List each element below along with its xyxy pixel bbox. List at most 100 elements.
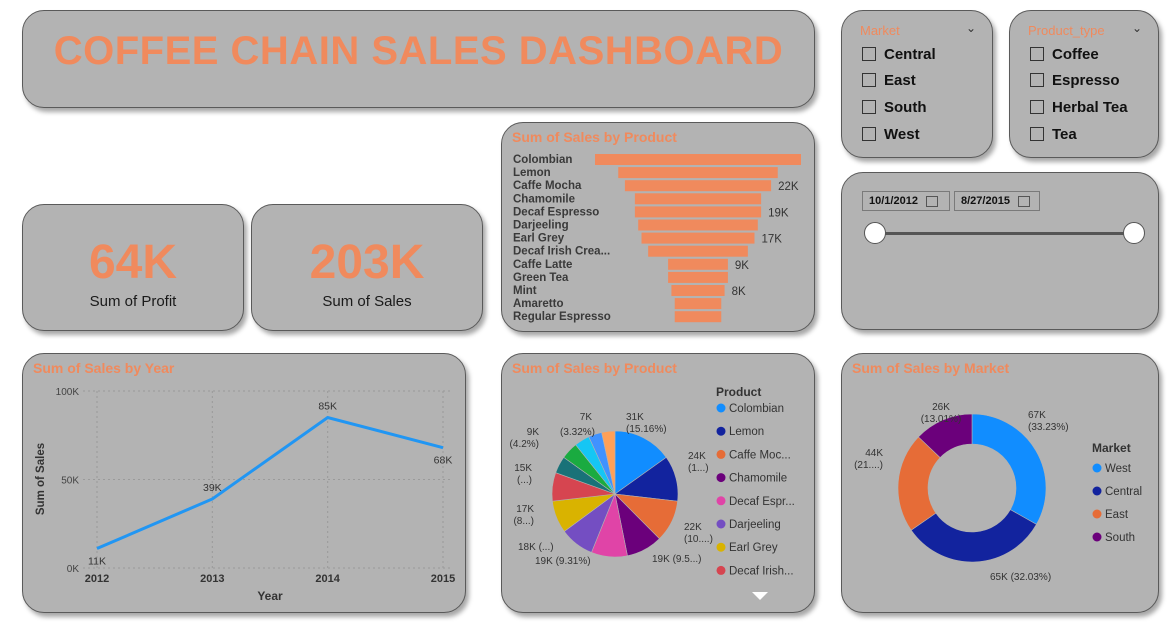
checkbox-icon[interactable] <box>1030 127 1044 141</box>
bar-category-label: Caffe Mocha <box>513 180 582 192</box>
legend-marker <box>1092 532 1102 542</box>
calendar-icon[interactable] <box>925 195 938 207</box>
checkbox-icon[interactable] <box>862 100 876 114</box>
legend-label: Earl Grey <box>729 542 778 554</box>
product-type-option-herbal-tea[interactable]: Herbal Tea <box>1030 97 1128 117</box>
bar-category-label: Decaf Irish Crea... <box>513 246 610 258</box>
legend-label: Lemon <box>729 426 764 438</box>
point-label: 68K <box>434 455 453 467</box>
donut-data-label: (33.23%) <box>1028 422 1069 433</box>
checkbox-icon[interactable] <box>862 73 876 87</box>
market-option-south[interactable]: South <box>862 97 927 117</box>
market-option-central[interactable]: Central <box>862 44 936 64</box>
x-tick-label: 2014 <box>315 573 340 585</box>
donut-data-label: 65K (32.03%) <box>990 572 1051 583</box>
market-donut-chart: 67K(33.23%) 65K (32.03%) 44K(21....) 26K(13… <box>854 402 1142 583</box>
product-type-slicer-header: Product_type <box>1028 23 1105 38</box>
sales-line <box>96 415 444 550</box>
checkbox-icon[interactable] <box>862 127 876 141</box>
legend-label: Decaf Irish... <box>729 565 794 577</box>
legend-label: Colombian <box>729 403 784 415</box>
product-type-option-espresso[interactable]: Espresso <box>1030 70 1120 90</box>
product-type-option-coffee[interactable]: Coffee <box>1030 44 1099 64</box>
bar <box>634 193 762 205</box>
legend-title: Product <box>716 385 761 399</box>
slider-start-handle[interactable] <box>864 222 886 244</box>
bar-category-label: Amaretto <box>513 298 563 310</box>
legend-marker <box>716 542 726 552</box>
product-pie-chart: 31K(15.16%) 24K(1...) 22K(10....) 19K (9.5.… <box>510 385 795 600</box>
donut-data-label: (13.01%) <box>921 414 962 425</box>
legend-title: Market <box>1092 441 1131 455</box>
bar <box>624 180 772 192</box>
donut-data-label: 67K <box>1028 410 1046 421</box>
sales-by-product-pie-card: Sum of Sales by Product 31K (15.16%) 24K (1… <box>501 353 815 613</box>
bar-category-label: Chamomile <box>513 193 575 205</box>
legend-marker <box>1092 509 1102 519</box>
legend-label: Chamomile <box>729 473 787 485</box>
market-option-east[interactable]: East <box>862 70 916 90</box>
product-type-slicer: Product_type ⌄ Coffee Espresso Herbal Te… <box>1009 10 1159 158</box>
pie-data-label: 9K <box>527 427 540 438</box>
bar-category-label: Caffe Latte <box>513 259 572 271</box>
legend-marker <box>716 496 726 506</box>
bar-data-label: 19K <box>768 207 789 219</box>
product-type-option-tea[interactable]: Tea <box>1030 124 1077 144</box>
bar <box>641 232 755 244</box>
date-range-slicer: 10/1/2012 8/27/2015 <box>841 172 1159 330</box>
pie-data-label: (10....) <box>684 534 713 545</box>
legend-marker <box>716 565 726 575</box>
legend-label: Darjeeling <box>729 519 781 531</box>
y-tick-label: 50K <box>61 476 79 487</box>
x-axis-label: Year <box>257 589 283 603</box>
profit-label: Sum of Profit <box>89 293 177 310</box>
title-card: COFFEE CHAIN SALES DASHBOARD <box>22 10 815 108</box>
legend-marker <box>716 473 726 483</box>
bar-data-label: 17K <box>761 234 782 246</box>
pie-data-label: (1...) <box>688 463 709 474</box>
sales-by-market-card: Sum of Sales by Market 67K (33.23%) 65K (3… <box>841 353 1159 613</box>
bar-data-label: 8K <box>732 286 746 298</box>
slider-track[interactable] <box>876 232 1134 235</box>
legend-label: South <box>1105 532 1135 544</box>
slider-end-handle[interactable] <box>1123 222 1145 244</box>
checkbox-icon[interactable] <box>1030 100 1044 114</box>
legend-scroll-down-icon <box>752 592 768 600</box>
start-date-input[interactable]: 10/1/2012 <box>862 191 950 211</box>
checkbox-icon[interactable] <box>862 47 876 61</box>
legend-label: East <box>1105 509 1129 521</box>
chevron-down-icon[interactable]: ⌄ <box>966 21 976 35</box>
pie-data-label: (4.2%) <box>510 439 539 450</box>
bar <box>671 285 725 296</box>
pie-data-label: 22K <box>684 522 702 533</box>
pie-data-label: (8...) <box>513 516 534 527</box>
legend-label: Central <box>1105 486 1142 498</box>
bar-category-label: Earl Grey <box>513 233 565 245</box>
market-option-west[interactable]: West <box>862 124 920 144</box>
bar <box>668 258 728 270</box>
chevron-down-icon[interactable]: ⌄ <box>1132 21 1142 35</box>
checkbox-icon[interactable] <box>1030 73 1044 87</box>
pie-data-label: 19K (9.31%) <box>535 556 591 567</box>
dashboard-title: COFFEE CHAIN SALES DASHBOARD <box>53 29 784 73</box>
pie-data-label: (3.32%) <box>560 427 595 438</box>
pie-data-label: 24K <box>688 451 706 462</box>
sales-label: Sum of Sales <box>322 293 412 310</box>
bar-category-label: Mint <box>513 285 537 297</box>
checkbox-icon[interactable] <box>1030 47 1044 61</box>
market-slicer: Market ⌄ Central East South West <box>841 10 993 158</box>
legend-marker <box>716 449 726 459</box>
bar-data-label: 22K <box>778 181 799 193</box>
pie-data-label: 31K <box>626 412 644 423</box>
calendar-icon[interactable] <box>1017 195 1030 207</box>
profit-value: 64K <box>88 236 178 289</box>
pie-data-label: 7K <box>580 412 593 423</box>
bar-category-label: Lemon <box>513 167 551 179</box>
pie-data-label: 19K (9.5...) <box>652 554 701 565</box>
bar <box>674 311 722 323</box>
y-axis-label: Sum of Sales <box>35 443 47 515</box>
profit-kpi-card: 64K Sum of Profit <box>22 204 244 331</box>
end-date-input[interactable]: 8/27/2015 <box>954 191 1040 211</box>
legend-label: Caffe Moc... <box>729 449 791 461</box>
sales-value: 203K <box>309 236 425 289</box>
